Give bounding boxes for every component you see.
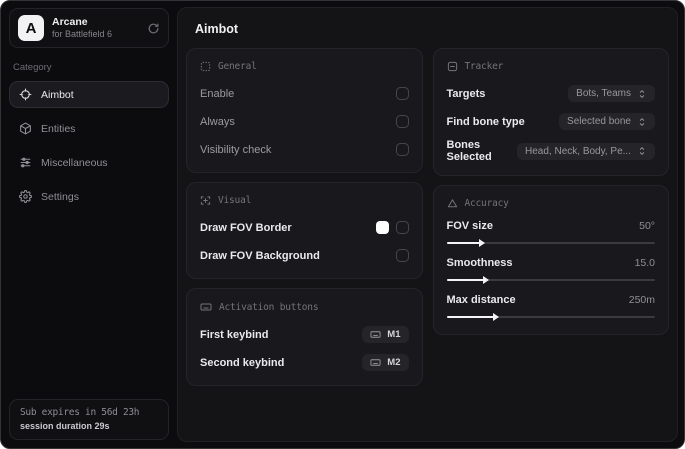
sidebar-item-miscellaneous[interactable]: Miscellaneous [9, 149, 169, 176]
sidebar-item-label: Aimbot [41, 88, 74, 101]
card-title: General [218, 61, 257, 72]
visibility-check-checkbox[interactable] [395, 143, 409, 156]
slider-thumb[interactable] [493, 313, 500, 321]
refresh-icon[interactable] [147, 22, 160, 35]
left-column: General Enable Always Visibility check V… [186, 48, 423, 386]
scan-icon [447, 61, 458, 72]
sidebar: A Arcane for Battlefield 6 Category Aimb… [1, 1, 177, 448]
setting-label: Find bone type [446, 115, 525, 128]
page-title: Aimbot [195, 22, 239, 36]
brand-logo: A [18, 15, 44, 41]
gear-icon [19, 190, 32, 203]
expand-icon [637, 89, 647, 99]
sidebar-item-aimbot[interactable]: Aimbot [9, 81, 169, 108]
setting-label: Draw FOV Background [200, 249, 320, 262]
first-keybind-button[interactable]: M1 [362, 326, 409, 343]
setting-label: Enable [200, 87, 235, 100]
visual-card: Visual Draw FOV Border Draw FOV Backgrou… [186, 182, 423, 279]
sidebar-item-entities[interactable]: Entities [9, 115, 169, 142]
slider-thumb[interactable] [483, 276, 490, 284]
setting-label: Targets [446, 87, 486, 100]
setting-row: Targets Bots, Teams [446, 83, 655, 104]
tracker-card: Tracker Targets Bots, Teams Find bone ty… [432, 48, 669, 176]
crosshair-icon [19, 88, 32, 101]
draw-fov-border-checkbox[interactable] [395, 221, 409, 234]
expand-icon [637, 117, 647, 127]
frame-plus-icon [200, 195, 211, 206]
sidebar-nav: Aimbot Entities Miscellaneous Settings [9, 81, 169, 210]
sidebar-item-label: Miscellaneous [41, 156, 108, 169]
keyboard-icon [370, 357, 381, 368]
setting-row: First keybind M1 [200, 324, 409, 345]
setting-label: Visibility check [200, 143, 272, 156]
setting-row: Enable [200, 83, 409, 104]
slider-thumb[interactable] [478, 239, 485, 247]
setting-label: Smoothness [446, 257, 513, 269]
draw-fov-background-checkbox[interactable] [395, 249, 409, 262]
always-checkbox[interactable] [395, 115, 409, 128]
setting-label: Draw FOV Border [200, 221, 292, 234]
smoothness-slider[interactable] [446, 276, 655, 284]
fov-border-color-swatch[interactable] [375, 221, 389, 234]
card-title: Accuracy [464, 198, 509, 209]
dropdown-value: Head, Neck, Body, Pe... [525, 145, 631, 157]
setting-row: Visibility check [200, 139, 409, 160]
accuracy-card: Accuracy FOV size 50° Smoothness 15.0 Ma… [432, 185, 669, 335]
subscription-box: Sub expires in 56d 23h session duration … [9, 399, 169, 440]
keyboard-icon [200, 301, 212, 313]
fov-size-group: FOV size 50° [446, 220, 655, 247]
setting-row: Always [200, 111, 409, 132]
setting-label: Bones Selected [446, 139, 492, 163]
dropdown-value: Bots, Teams [576, 88, 631, 99]
sidebar-item-label: Entities [41, 122, 76, 135]
activation-buttons-card: Activation buttons First keybind M1 Seco… [186, 288, 423, 386]
grid-icon [200, 61, 211, 72]
category-label: Category [13, 62, 52, 73]
card-title: Activation buttons [219, 301, 319, 313]
right-column: Tracker Targets Bots, Teams Find bone ty… [432, 48, 669, 335]
second-keybind-button[interactable]: M2 [362, 354, 409, 371]
keybind-value: M1 [387, 329, 401, 340]
setting-row: Draw FOV Border [200, 217, 409, 238]
max-distance-slider[interactable] [446, 313, 655, 321]
setting-label: First keybind [200, 328, 269, 341]
sidebar-item-label: Settings [41, 190, 79, 203]
bones-selected-dropdown[interactable]: Head, Neck, Body, Pe... [517, 142, 655, 160]
general-card: General Enable Always Visibility check [186, 48, 423, 173]
setting-row: Draw FOV Background [200, 245, 409, 266]
slider-value: 50° [639, 220, 655, 232]
slider-value: 250m [628, 294, 655, 306]
keybind-value: M2 [387, 357, 401, 368]
expand-icon [637, 146, 647, 156]
card-title: Visual [218, 195, 252, 206]
sub-expiry-text: Sub expires in 56d 23h [20, 407, 140, 418]
sliders-icon [19, 156, 32, 169]
setting-label: Max distance [446, 294, 516, 306]
setting-row: Second keybind M2 [200, 352, 409, 373]
enable-checkbox[interactable] [395, 87, 409, 100]
cube-icon [19, 122, 32, 135]
setting-label: Always [200, 115, 235, 128]
setting-row: Find bone type Selected bone [446, 111, 655, 132]
dropdown-value: Selected bone [567, 116, 631, 127]
triangle-icon [447, 198, 458, 209]
slider-value: 15.0 [634, 257, 655, 269]
smoothness-group: Smoothness 15.0 [446, 257, 655, 284]
brand-box: A Arcane for Battlefield 6 [9, 8, 169, 48]
targets-dropdown[interactable]: Bots, Teams [568, 85, 655, 102]
find-bone-type-dropdown[interactable]: Selected bone [559, 113, 655, 130]
app-window: A Arcane for Battlefield 6 Category Aimb… [0, 0, 685, 449]
session-duration-text: session duration 29s [20, 421, 110, 431]
brand-subtitle: for Battlefield 6 [52, 28, 113, 39]
max-distance-group: Max distance 250m [446, 294, 655, 321]
setting-label: Second keybind [200, 356, 285, 369]
sidebar-item-settings[interactable]: Settings [9, 183, 169, 210]
keyboard-icon [370, 329, 381, 340]
setting-row: Bones Selected Head, Neck, Body, Pe... [446, 139, 655, 163]
fov-size-slider[interactable] [446, 239, 655, 247]
main-panel: Aimbot General Enable Always Visibility … [177, 7, 678, 442]
card-title: Tracker [464, 61, 504, 72]
brand-name: Arcane [52, 15, 88, 28]
setting-label: FOV size [446, 220, 493, 232]
